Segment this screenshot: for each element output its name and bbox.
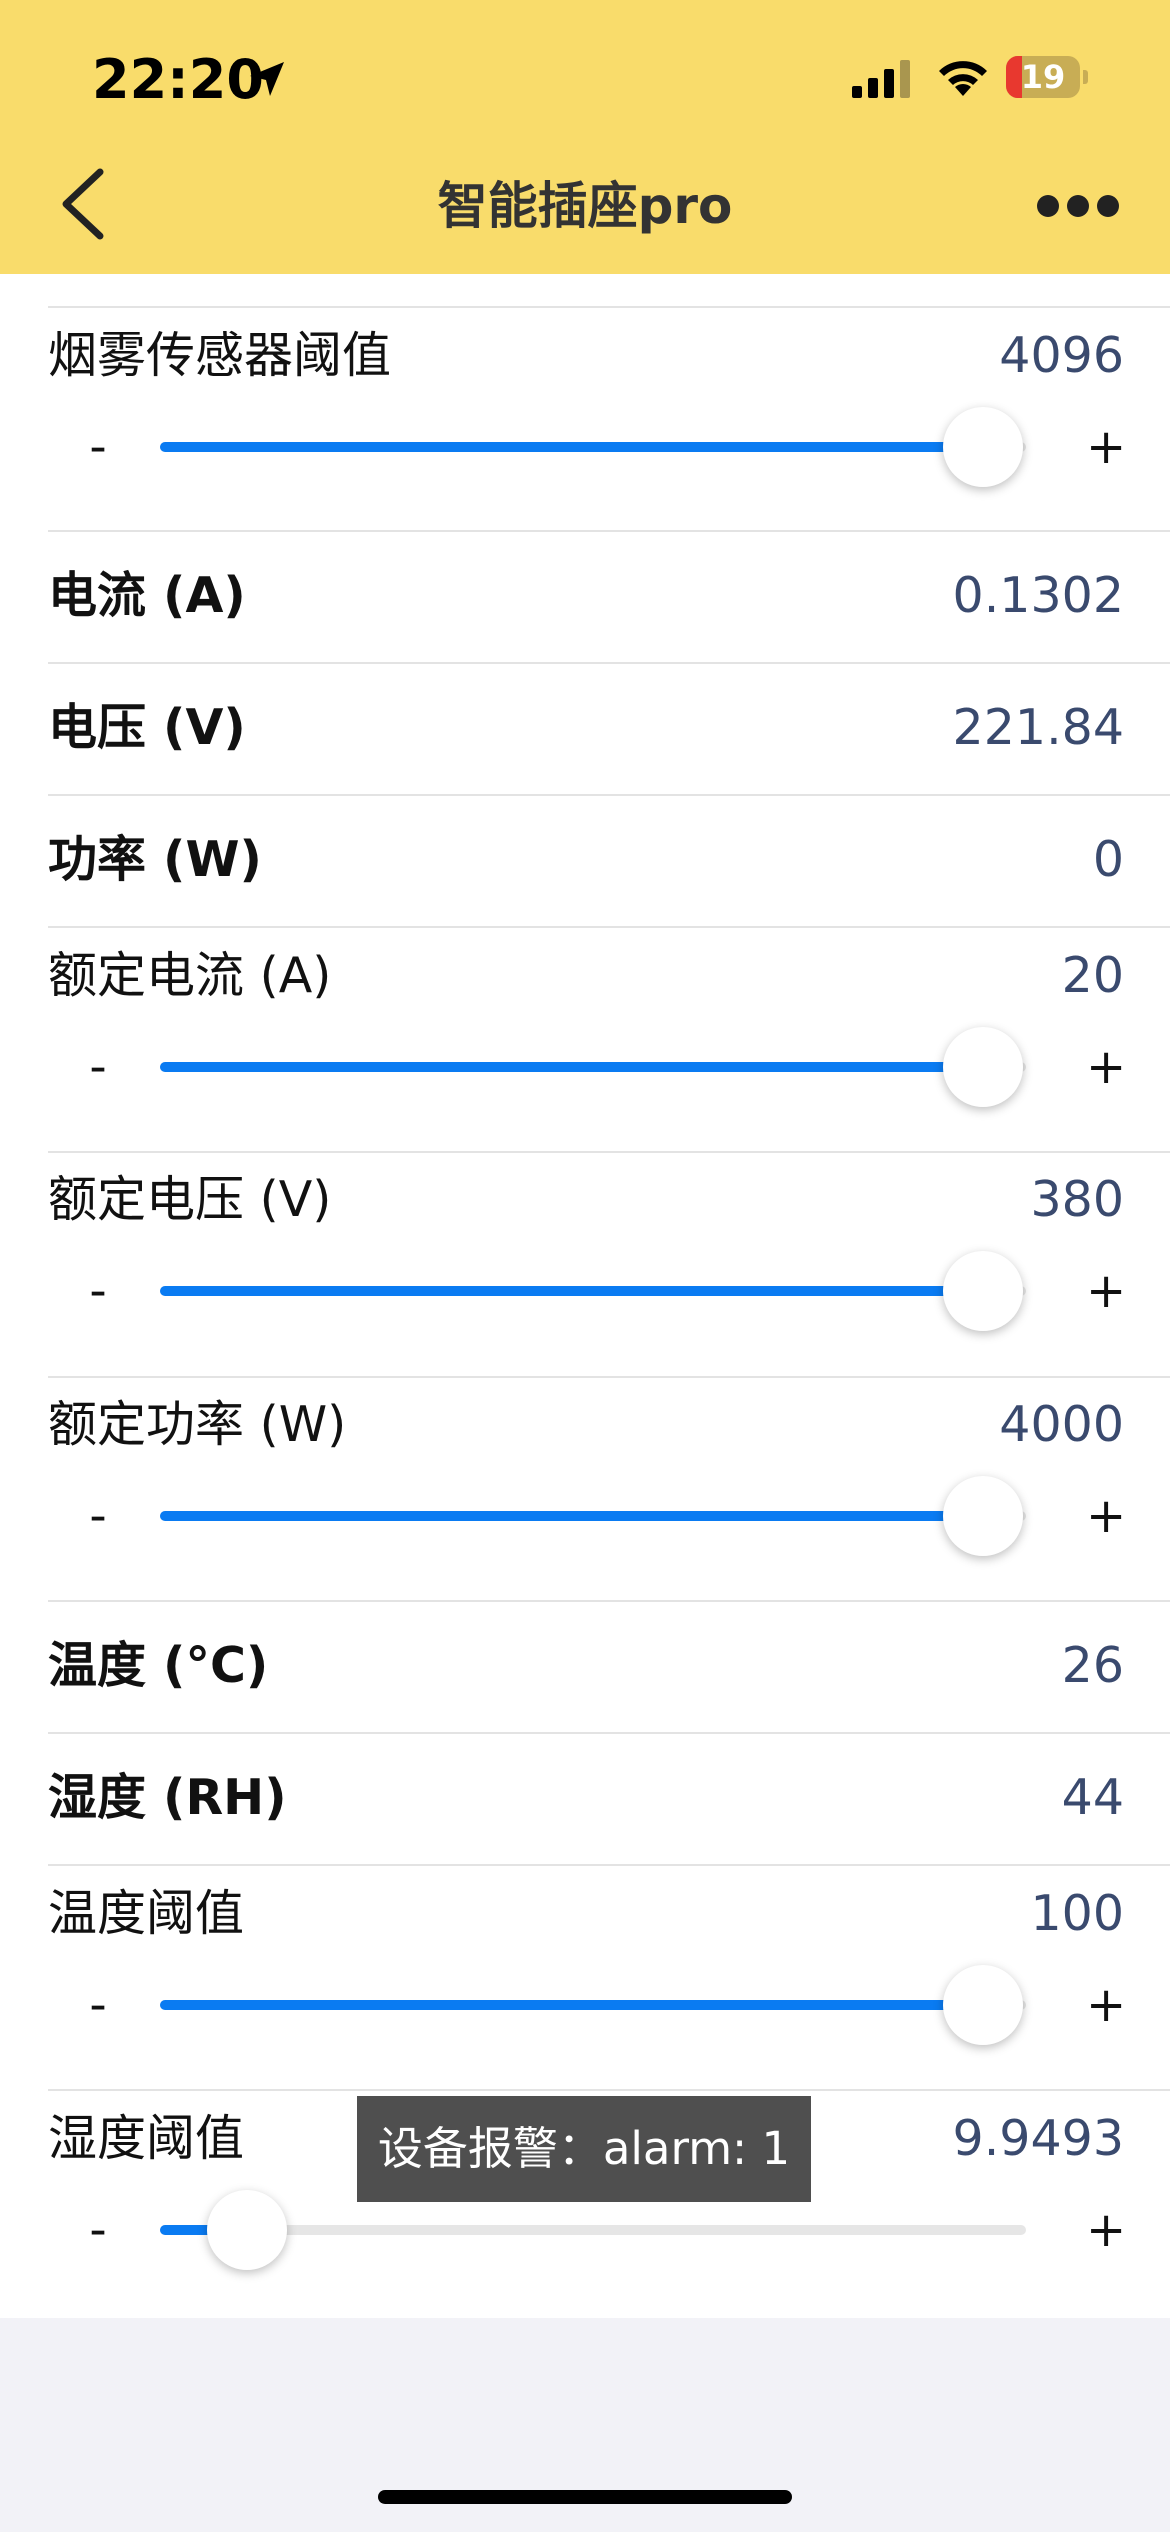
rated-power-minus-button[interactable]: - <box>84 1486 112 1546</box>
rated-power-plus-button[interactable]: + <box>1086 1486 1126 1546</box>
slider-fill <box>160 442 983 452</box>
slider-thumb[interactable] <box>206 2190 287 2270</box>
humidity-threshold-minus-button[interactable]: - <box>84 2200 112 2260</box>
settings-list: 烟雾传感器阈值 4096 - + 电流 (A) 0.1302 电压 (V) 22… <box>0 274 1170 2318</box>
divider <box>48 1376 1170 1378</box>
rated-current-value: 20 <box>1061 947 1124 1004</box>
temperature-label: 温度 (°C) <box>48 1637 269 1694</box>
home-indicator[interactable] <box>378 2490 792 2504</box>
smoke-threshold-minus-button[interactable]: - <box>84 417 112 477</box>
rated-current-plus-button[interactable]: + <box>1086 1037 1126 1097</box>
smoke-threshold-label: 烟雾传感器阈值 <box>48 327 392 384</box>
more-dots-icon[interactable] <box>1036 194 1120 218</box>
divider <box>48 1864 1170 1866</box>
temperature-threshold-minus-button[interactable]: - <box>84 1975 112 2035</box>
slider-thumb[interactable] <box>942 1476 1023 1556</box>
rated-power-value: 4000 <box>999 1396 1124 1453</box>
rated-voltage-plus-button[interactable]: + <box>1086 1261 1126 1321</box>
divider <box>48 2089 1170 2091</box>
voltage-label: 电压 (V) <box>48 699 246 756</box>
slider-fill <box>160 1511 983 1521</box>
humidity-threshold-plus-button[interactable]: + <box>1086 2200 1126 2260</box>
current-label: 电流 (A) <box>48 567 246 624</box>
smoke-threshold-slider[interactable] <box>160 407 1026 487</box>
status-time: 22:20 <box>92 48 264 111</box>
rated-voltage-label: 额定电压 (V) <box>48 1171 332 1228</box>
slider-thumb[interactable] <box>942 1251 1023 1331</box>
divider <box>48 662 1170 664</box>
voltage-value: 221.84 <box>952 699 1124 756</box>
rated-current-label: 额定电流 (A) <box>48 947 332 1004</box>
page-title: 智能插座pro <box>437 177 733 235</box>
slider-fill <box>160 1062 983 1072</box>
temperature-threshold-label: 温度阈值 <box>48 1885 245 1942</box>
divider <box>48 306 1170 308</box>
battery-level: 19 <box>1020 58 1066 96</box>
wifi-icon <box>939 61 987 96</box>
rated-current-minus-button[interactable]: - <box>84 1037 112 1097</box>
rated-voltage-slider[interactable] <box>160 1251 1026 1331</box>
rated-voltage-minus-button[interactable]: - <box>84 1261 112 1321</box>
temperature-threshold-value: 100 <box>1030 1885 1124 1942</box>
power-label: 功率 (W) <box>48 831 262 888</box>
smoke-threshold-plus-button[interactable]: + <box>1086 417 1126 477</box>
humidity-threshold-slider[interactable] <box>160 2190 1026 2270</box>
chevron-left-icon[interactable] <box>58 166 108 242</box>
alarm-toast: 设备报警：alarm: 1 <box>357 2096 811 2202</box>
power-value: 0 <box>1092 831 1124 888</box>
divider <box>48 794 1170 796</box>
battery-icon: 19 <box>1006 56 1088 98</box>
cellular-signal-icon <box>852 60 910 98</box>
slider-fill <box>160 1286 983 1296</box>
rated-power-slider[interactable] <box>160 1476 1026 1556</box>
divider <box>48 926 1170 928</box>
app-header: 22:20 19 智能插座pro <box>0 0 1170 274</box>
humidity-threshold-label: 湿度阈值 <box>48 2110 245 2167</box>
rated-voltage-value: 380 <box>1030 1171 1124 1228</box>
location-arrow-icon <box>250 62 284 96</box>
slider-fill <box>160 2000 983 2010</box>
divider <box>48 1600 1170 1602</box>
temperature-threshold-slider[interactable] <box>160 1965 1026 2045</box>
rated-power-label: 额定功率 (W) <box>48 1396 347 1453</box>
humidity-value: 44 <box>1061 1769 1124 1826</box>
slider-thumb[interactable] <box>942 407 1023 487</box>
rated-current-slider[interactable] <box>160 1027 1026 1107</box>
divider <box>48 1151 1170 1153</box>
current-value: 0.1302 <box>952 567 1124 624</box>
humidity-label: 湿度 (RH) <box>48 1769 287 1826</box>
slider-thumb[interactable] <box>942 1027 1023 1107</box>
smoke-threshold-value: 4096 <box>999 327 1124 384</box>
slider-thumb[interactable] <box>942 1965 1023 2045</box>
divider <box>48 1732 1170 1734</box>
temperature-value: 26 <box>1061 1637 1124 1694</box>
divider <box>48 530 1170 532</box>
temperature-threshold-plus-button[interactable]: + <box>1086 1975 1126 2035</box>
humidity-threshold-value: 9.9493 <box>952 2110 1124 2167</box>
